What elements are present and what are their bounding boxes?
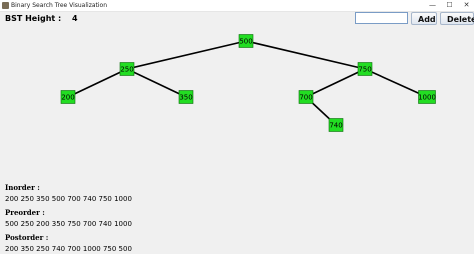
preorder-values: 500 250 200 350 750 700 740 1000 bbox=[5, 220, 132, 228]
inorder-values: 200 250 350 500 700 740 750 1000 bbox=[5, 195, 132, 203]
tree-node-350: 350 bbox=[178, 90, 194, 104]
tree-node-label: 200 bbox=[61, 94, 74, 102]
tree-edge bbox=[126, 68, 187, 98]
tree-edge bbox=[245, 40, 366, 70]
tree-node-label: 1000 bbox=[418, 94, 436, 102]
postorder-title: Postorder : bbox=[5, 233, 49, 242]
tree-node-200: 200 bbox=[60, 90, 76, 104]
tree-node-500: 500 bbox=[238, 34, 254, 48]
tree-node-250: 250 bbox=[119, 62, 135, 76]
tree-node-700: 700 bbox=[298, 90, 314, 104]
tree-edge bbox=[67, 68, 128, 98]
tree-edge bbox=[126, 40, 247, 70]
preorder-title: Preorder : bbox=[5, 208, 45, 217]
inorder-section: Inorder : 200 250 350 500 700 740 750 10… bbox=[5, 183, 132, 204]
tree-node-label: 350 bbox=[179, 94, 192, 102]
tree-node-label: 500 bbox=[239, 38, 252, 46]
tree-node-label: 700 bbox=[299, 94, 312, 102]
tree-edge bbox=[305, 68, 366, 98]
postorder-section: Postorder : 200 350 250 740 700 1000 750… bbox=[5, 233, 132, 254]
tree-node-1000: 1000 bbox=[418, 90, 436, 104]
postorder-values: 200 350 250 740 700 1000 750 500 bbox=[5, 245, 132, 253]
preorder-section: Preorder : 500 250 200 350 750 700 740 1… bbox=[5, 208, 132, 229]
tree-node-label: 250 bbox=[120, 66, 133, 74]
tree-node-750: 750 bbox=[357, 62, 373, 76]
tree-node-740: 740 bbox=[328, 118, 344, 132]
inorder-title: Inorder : bbox=[5, 183, 40, 192]
tree-node-label: 750 bbox=[358, 66, 371, 74]
tree-canvas: 500 250 750 200 350 700 1000 740 bbox=[60, 34, 436, 132]
tree-node-label: 740 bbox=[329, 122, 342, 130]
